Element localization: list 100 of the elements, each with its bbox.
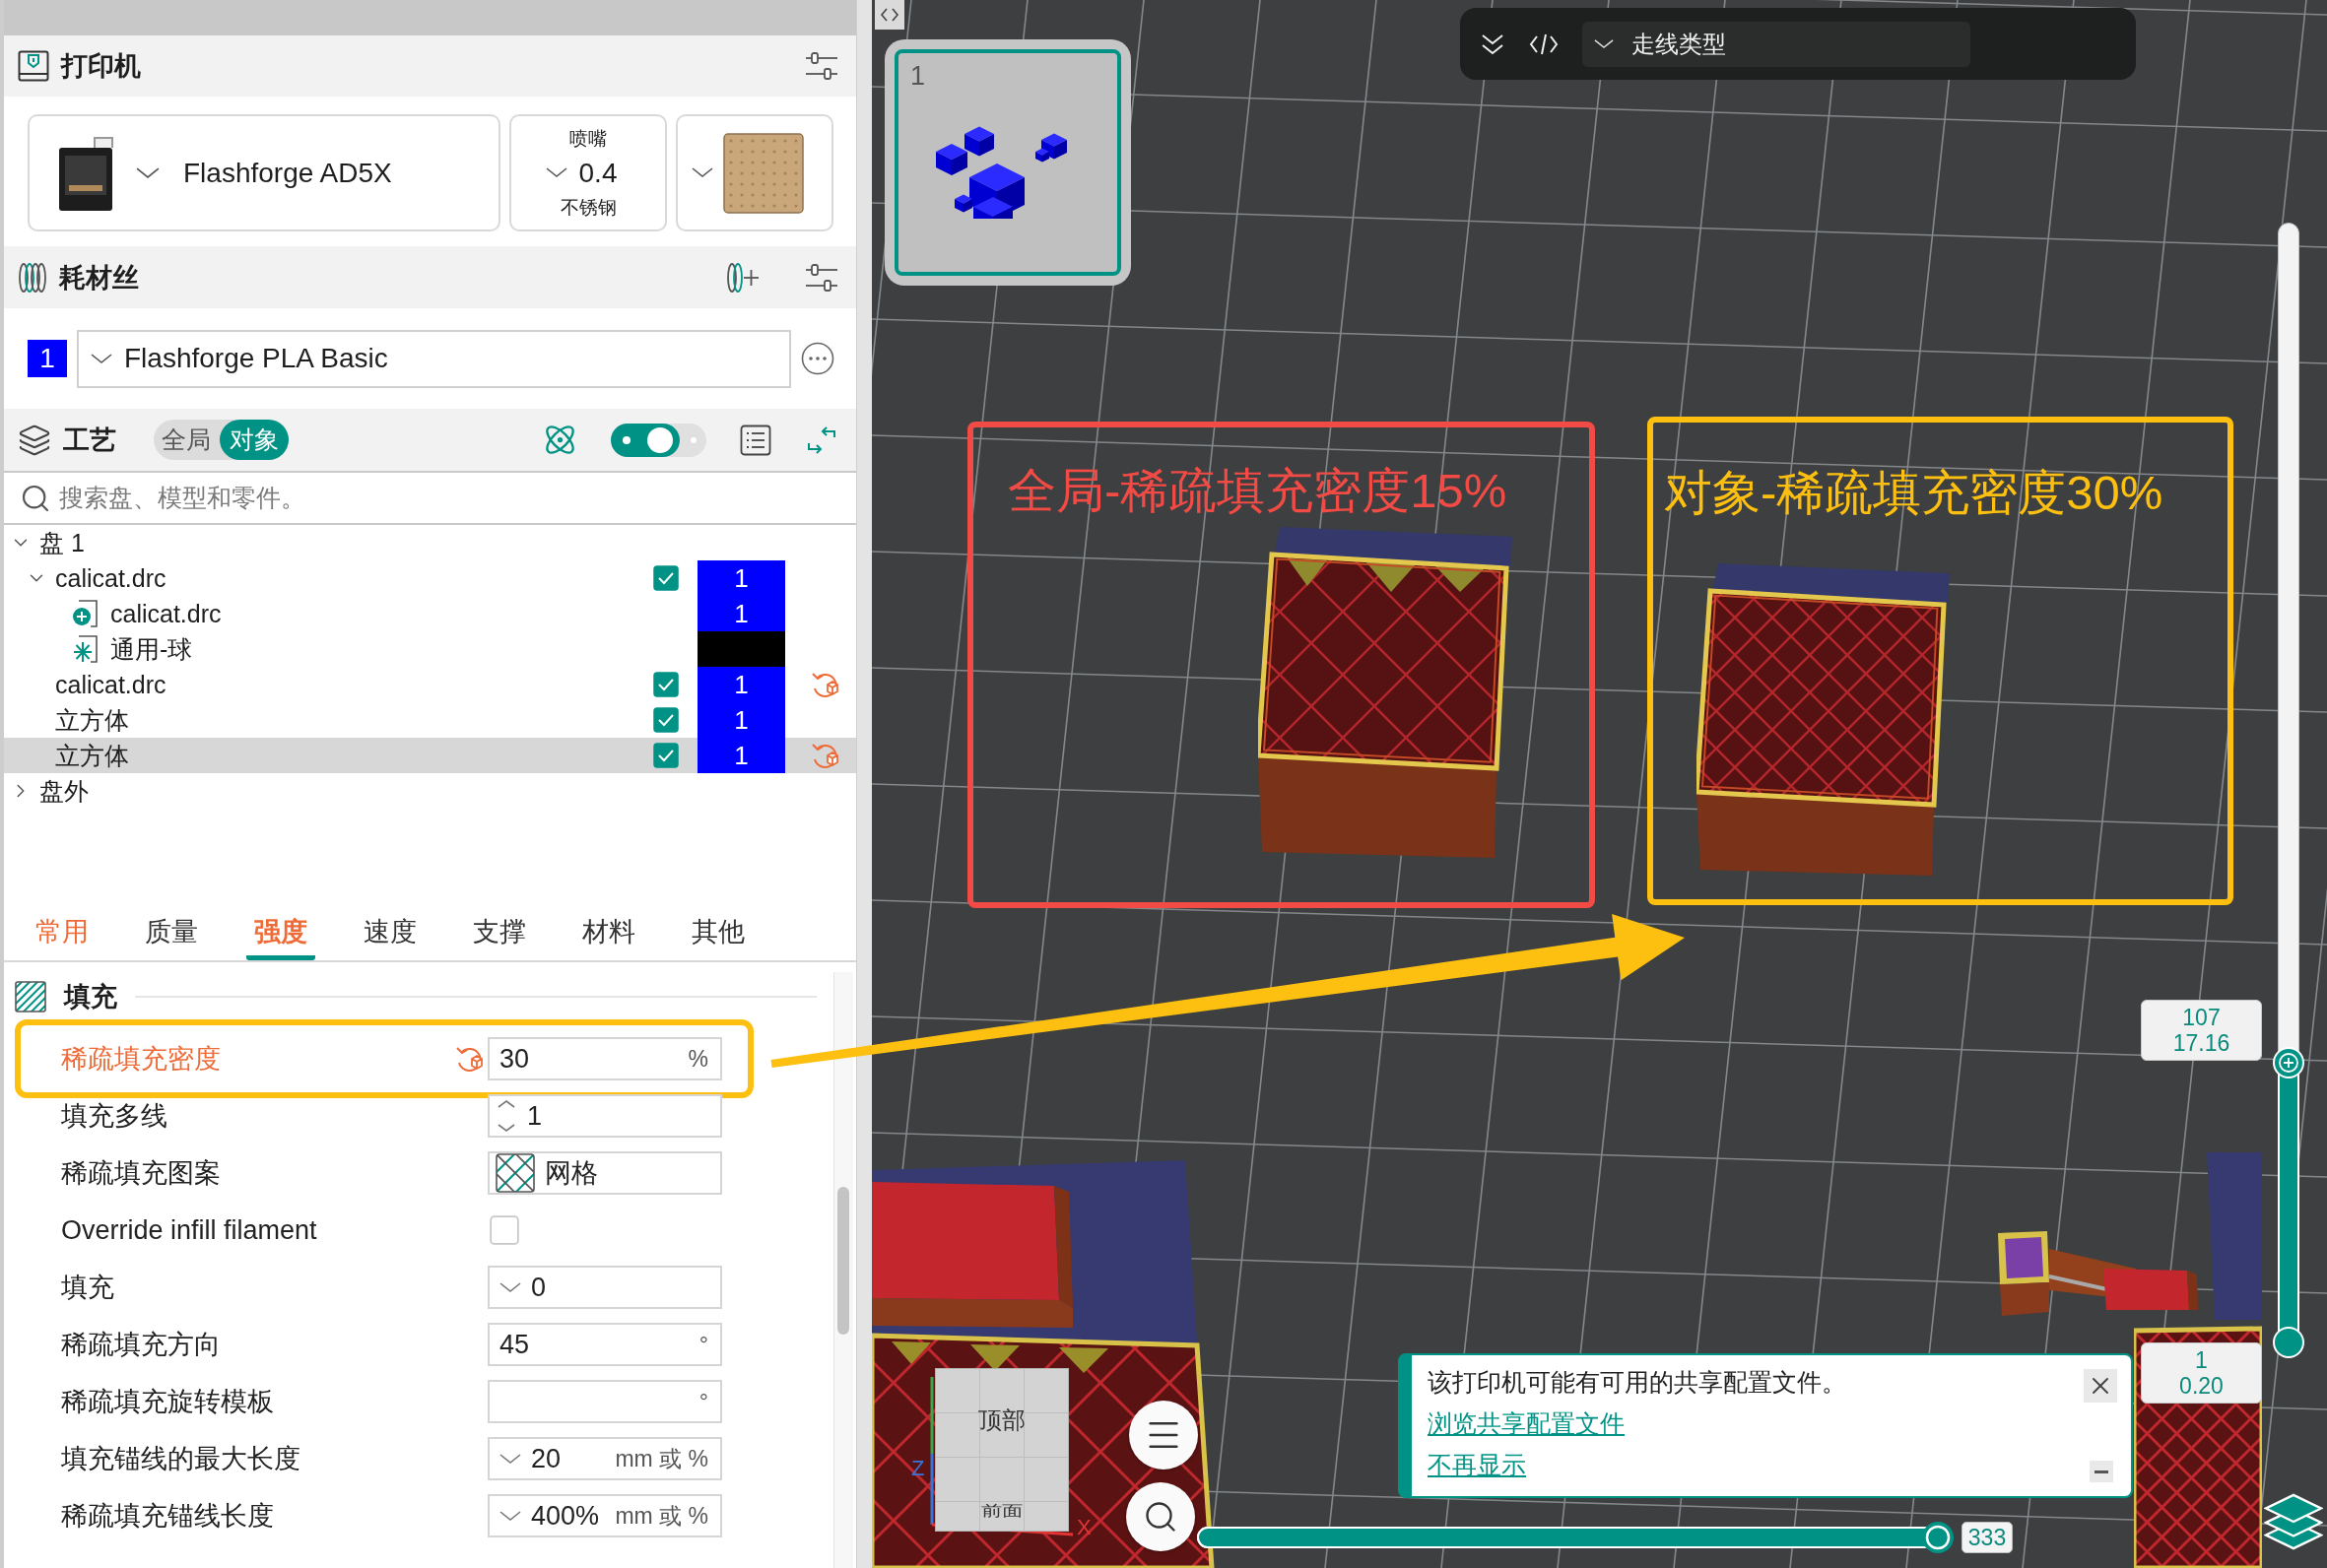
move-slider-track[interactable] <box>1197 1521 1956 1554</box>
setting-label: 填充锚线的最大长度 <box>61 1443 301 1475</box>
chevron-down-icon <box>545 167 567 178</box>
scope-toggle[interactable]: 全局 对象 <box>154 420 289 460</box>
minimize-button[interactable] <box>2090 1461 2113 1482</box>
number-field[interactable]: 45 ° <box>488 1323 722 1366</box>
number-field[interactable]: 30 % <box>488 1037 722 1080</box>
lower-slider-thumb[interactable] <box>2273 1327 2304 1358</box>
setting-label: 稀疏填充锚线长度 <box>61 1500 275 1533</box>
chevron-down-icon <box>692 167 713 178</box>
layers-icon <box>18 423 51 457</box>
nozzle-selector[interactable]: 喷嘴 0.4 不锈钢 <box>509 114 667 231</box>
setting-label: Override infill filament <box>61 1214 318 1246</box>
notification-link[interactable]: 浏览共享配置文件 <box>1428 1408 1625 1438</box>
layer-number: 1 <box>2195 1347 2208 1373</box>
checkbox[interactable] <box>653 743 679 768</box>
cube-face-label: 顶部 <box>978 1405 1026 1435</box>
view-type-dropdown[interactable]: 走线类型 <box>1582 21 1970 67</box>
filament-tag[interactable]: 1 <box>698 667 785 702</box>
sliders-icon[interactable] <box>805 51 838 81</box>
setting-label: 稀疏填充方向 <box>61 1329 222 1361</box>
setting-label: 填充 <box>61 1272 115 1304</box>
mode-switch[interactable] <box>611 423 706 457</box>
plate-number: 1 <box>910 61 926 92</box>
chevron-down-icon <box>136 166 160 179</box>
tree-item[interactable]: 立方体 1 <box>4 738 856 773</box>
filament-tag[interactable]: 1 <box>698 560 785 596</box>
section-title: 工艺 <box>63 424 116 457</box>
hatch-pattern-icon <box>15 980 46 1013</box>
filament-slot-number[interactable]: 1 <box>28 340 67 377</box>
chevron-down-icon <box>91 353 112 364</box>
setting-label: 稀疏填充图案 <box>61 1157 222 1190</box>
settings-tab[interactable]: 其他 <box>684 902 753 960</box>
crosshatch-pattern-icon <box>496 1153 535 1193</box>
reset-cube-icon[interactable] <box>811 670 840 699</box>
list-icon[interactable] <box>740 424 771 456</box>
group-title: 填充 <box>64 980 117 1013</box>
spin-field[interactable]: 1 <box>488 1094 722 1138</box>
reset-cube-icon[interactable] <box>455 1044 485 1074</box>
number-field[interactable]: ° <box>488 1380 722 1423</box>
scope-option[interactable]: 全局 <box>162 420 211 460</box>
spool-icon <box>18 261 47 294</box>
add-spool-icon[interactable] <box>726 261 760 294</box>
settings-tab[interactable]: 材料 <box>574 902 643 960</box>
plate-thumbnail[interactable]: 1 <box>885 39 1131 286</box>
tree-item[interactable]: calicat.drc 1 <box>4 596 856 631</box>
annotation-text: 全局-稀疏填充密度15% <box>1008 464 1507 517</box>
layer-height: 0.20 <box>2179 1373 2224 1399</box>
filament-swatch-icon[interactable] <box>698 631 785 667</box>
sliders-icon[interactable] <box>805 262 838 293</box>
upper-slider-thumb[interactable] <box>2273 1046 2304 1078</box>
tree-item-label: 盘 1 <box>39 527 86 558</box>
printer-selector[interactable]: Flashforge AD5X <box>28 114 500 231</box>
settings-tab[interactable]: 速度 <box>356 902 425 960</box>
scope-option[interactable]: 对象 <box>220 420 289 460</box>
pattern-dropdown[interactable]: 网格 <box>488 1151 722 1195</box>
checkbox[interactable] <box>653 672 679 697</box>
chevron-down-icon <box>1594 38 1614 49</box>
settings-tab[interactable]: 质量 <box>137 902 206 960</box>
checkbox[interactable] <box>490 1215 519 1245</box>
tree-item-label: calicat.drc <box>110 599 223 628</box>
reset-cube-icon[interactable] <box>811 741 840 770</box>
dropdown-field[interactable]: 400% mm 或 % <box>488 1494 722 1537</box>
left-right-chevrons-icon[interactable] <box>875 0 904 30</box>
notification-message: 该打印机可能有可用的共享配置文件。 <box>1428 1367 1847 1397</box>
search-field[interactable]: 搜索盘、模型和零件。 <box>59 478 650 518</box>
filament-tag[interactable]: 1 <box>698 702 785 738</box>
filament-tag[interactable]: 1 <box>698 596 785 631</box>
tree-item[interactable]: 盘外 <box>4 773 856 809</box>
layers-icon[interactable] <box>2264 1493 2323 1550</box>
filament-tag[interactable]: 1 <box>698 738 785 773</box>
build-plate-selector[interactable] <box>676 114 833 231</box>
move-slider-thumb[interactable] <box>1921 1521 1955 1554</box>
view-cube[interactable]: 顶部 前面 <box>935 1368 1069 1532</box>
settings-tab[interactable]: 支撑 <box>465 902 534 960</box>
tree-item[interactable]: 通用-球 <box>4 631 856 667</box>
tree-item-label: 通用-球 <box>110 633 194 665</box>
search-icon <box>1143 1499 1178 1535</box>
atom-icon[interactable] <box>543 423 577 457</box>
setting-label: 稀疏填充旋转模板 <box>61 1386 275 1418</box>
checkbox[interactable] <box>653 565 679 591</box>
tree-item-label: 立方体 <box>55 704 130 736</box>
dropdown-field[interactable]: 20 mm 或 % <box>488 1437 722 1480</box>
tree-item[interactable]: 立方体 1 <box>4 702 856 738</box>
axis-label: Z <box>911 1456 925 1481</box>
scrollbar-thumb[interactable] <box>837 1187 849 1335</box>
checkbox[interactable] <box>653 707 679 733</box>
notification-link[interactable]: 不再显示 <box>1428 1450 1526 1479</box>
close-button[interactable] <box>2084 1369 2117 1403</box>
annotation-text: 对象-稀疏填充密度30% <box>1664 466 2163 519</box>
filament-dropdown[interactable]: Flashforge PLA Basic <box>77 329 791 388</box>
tree-item[interactable]: 盘 1 <box>4 525 856 560</box>
tree-item-label: 立方体 <box>55 740 130 771</box>
tree-item[interactable]: calicat.drc 1 <box>4 560 856 596</box>
chevron-down-icon <box>499 1453 521 1465</box>
dropdown-field[interactable]: 0 <box>488 1266 722 1309</box>
tree-item[interactable]: calicat.drc 1 <box>4 667 856 702</box>
tree-item-label: 盘外 <box>39 775 90 807</box>
more-icon[interactable] <box>801 342 834 375</box>
section-title: 打印机 <box>61 50 141 83</box>
